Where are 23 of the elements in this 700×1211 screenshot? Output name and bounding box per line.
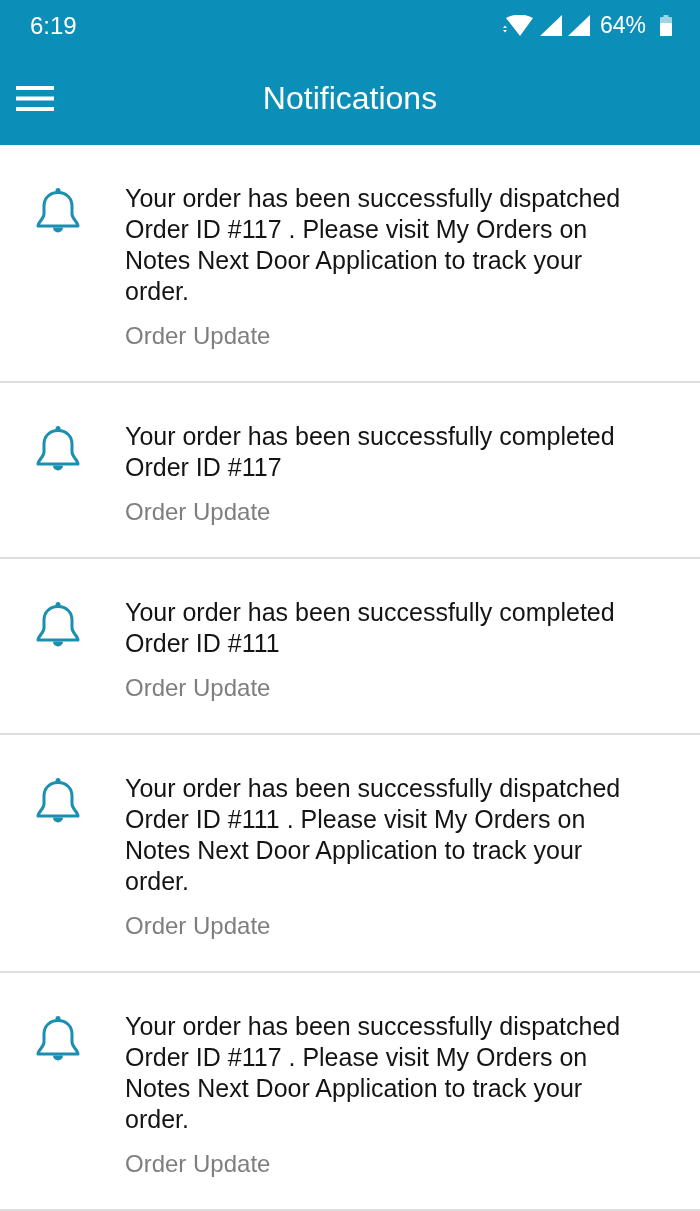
menu-icon [16,85,54,111]
notification-category: Order Update [125,322,272,350]
notification-message: Your order has been successfully dispatched Order ID #117 . Please visit My Orders on Notes Next Door Application to track your order. [125,1011,622,1135]
notification-category: Order Update [125,498,272,526]
screen-title: Notifications [262,79,438,117]
notification-category: Order Update [125,674,272,702]
bell-icon [35,425,81,473]
notification-message: Your order has been successfully dispatched Order ID #111 . Please visit My Orders on Notes Next Door Application to track your order. [125,773,622,897]
notification-message: Your order has been successfully dispatched Order ID #117 . Please visit My Orders on Notes Next Door Application to track your order. [125,183,622,307]
notification-message: Your order has been successfully completed Order ID #111 [125,597,616,659]
bell-icon [35,601,81,649]
battery-percent: 64% [599,12,646,40]
notification-category: Order Update [125,1150,272,1178]
notification-category: Order Update [125,912,272,940]
signal-icon [539,15,562,37]
status-time: 6:19 [30,11,78,40]
wifi-icon [501,14,534,37]
battery-icon [660,15,672,37]
bell-icon [35,777,81,825]
signal-icon [567,15,590,37]
bell-icon [35,1015,81,1063]
bell-icon [35,187,81,235]
notification-message: Your order has been successfully completed Order ID #117 [125,421,616,483]
